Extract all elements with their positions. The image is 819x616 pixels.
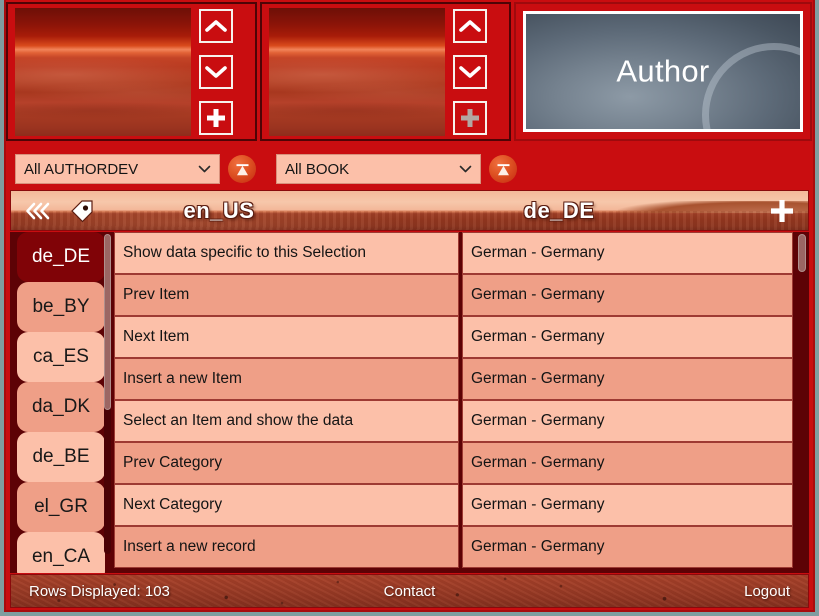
panel-2-down-button[interactable] bbox=[453, 54, 487, 89]
book-filter-value: All BOOK bbox=[285, 160, 350, 178]
thumbnail-panel-1-buttons bbox=[199, 8, 233, 136]
locale-item-label: de_DE bbox=[31, 246, 91, 267]
table-cell-key[interactable]: Insert a new Item bbox=[114, 358, 459, 400]
panel-2-add-button-disabled[interactable] bbox=[453, 100, 487, 135]
table-cell-key[interactable]: Show data specific to this Selection bbox=[114, 232, 459, 274]
tag-icon[interactable] bbox=[69, 199, 95, 223]
thumbnail-panel-2 bbox=[260, 2, 511, 141]
locale-item-label: de_BE bbox=[32, 446, 90, 467]
mars-horizon-image-2 bbox=[269, 7, 445, 136]
table-cell-value[interactable]: German - Germany bbox=[462, 274, 793, 316]
authordev-filter-select[interactable]: All AUTHORDEV bbox=[15, 154, 220, 184]
table-cell-key[interactable]: Next Item bbox=[114, 316, 459, 358]
source-locale-title: en_US bbox=[183, 197, 255, 223]
locale-item-da_DK[interactable]: da_DK bbox=[17, 382, 105, 432]
table-row[interactable]: Prev Item German - Germany bbox=[114, 274, 793, 316]
locale-item-label: el_GR bbox=[34, 496, 88, 517]
status-bar: Rows Displayed: 103 Contact Logout bbox=[10, 574, 809, 608]
chevron-down-icon bbox=[459, 161, 472, 178]
table-cell-key[interactable]: Select an Item and show the data bbox=[114, 400, 459, 442]
contact-link[interactable]: Contact bbox=[384, 583, 436, 600]
table-row[interactable]: Insert a new Item German - Germany bbox=[114, 358, 793, 400]
panel-1-down-button[interactable] bbox=[199, 54, 233, 89]
locale-item-be_BY[interactable]: be_BY bbox=[17, 282, 105, 332]
book-filter-apply-icon[interactable] bbox=[489, 155, 517, 183]
locale-item-label: be_BY bbox=[32, 296, 90, 317]
table-cell-value[interactable]: German - Germany bbox=[462, 316, 793, 358]
add-locale-icon[interactable] bbox=[768, 197, 796, 225]
translation-table: Show data specific to this Selection Germ… bbox=[114, 232, 809, 573]
locale-item-ca_ES[interactable]: ca_ES bbox=[17, 332, 105, 382]
locale-item-label: en_CA bbox=[31, 546, 91, 567]
thumbnail-panel-1 bbox=[6, 2, 257, 141]
author-banner-image: Author bbox=[523, 11, 803, 132]
table-cell-value[interactable]: German - Germany bbox=[462, 484, 793, 526]
table-cell-key[interactable]: Next Category bbox=[114, 484, 459, 526]
authordev-filter-value: All AUTHORDEV bbox=[24, 160, 139, 178]
filter-row: All AUTHORDEV All BOOK bbox=[6, 150, 813, 188]
double-chevron-left-icon[interactable] bbox=[23, 200, 53, 222]
locale-sidebar: de_DE be_BY ca_ES da_DK de_BE el_GR en_CA bbox=[10, 232, 114, 573]
locale-item-label: ca_ES bbox=[33, 346, 89, 367]
locale-list: de_DE be_BY ca_ES da_DK de_BE el_GR en_CA bbox=[17, 232, 114, 573]
thumbnail-panel-2-buttons bbox=[453, 8, 487, 136]
translation-table-scrollbar[interactable] bbox=[798, 234, 806, 570]
table-row[interactable]: Show data specific to this Selection Germ… bbox=[114, 232, 793, 274]
mars-horizon-image-1 bbox=[15, 7, 191, 136]
table-cell-key[interactable]: Insert a new record bbox=[114, 526, 459, 568]
locale-sidebar-scrollbar[interactable] bbox=[104, 234, 111, 554]
table-cell-key[interactable]: Prev Category bbox=[114, 442, 459, 484]
locale-item-label: da_DK bbox=[31, 396, 91, 417]
locale-sidebar-scrollbar-thumb[interactable] bbox=[104, 234, 111, 410]
locale-item-de_DE[interactable]: de_DE bbox=[17, 232, 105, 282]
table-row[interactable]: Next Category German - Germany bbox=[114, 484, 793, 526]
rows-displayed-label: Rows Displayed: 103 bbox=[29, 582, 170, 600]
table-cell-value[interactable]: German - Germany bbox=[462, 358, 793, 400]
translation-rows: Show data specific to this Selection Germ… bbox=[114, 232, 793, 568]
table-row[interactable]: Next Item German - Germany bbox=[114, 316, 793, 358]
table-cell-value[interactable]: German - Germany bbox=[462, 232, 793, 274]
locale-item-el_GR[interactable]: el_GR bbox=[17, 482, 105, 532]
panel-1-up-button[interactable] bbox=[199, 8, 233, 43]
table-row[interactable]: Prev Category German - Germany bbox=[114, 442, 793, 484]
top-panel-row: Author bbox=[6, 2, 813, 145]
table-cell-value[interactable]: German - Germany bbox=[462, 400, 793, 442]
table-row[interactable]: Select an Item and show the data German -… bbox=[114, 400, 793, 442]
panel-1-add-button[interactable] bbox=[199, 100, 233, 135]
translation-table-scrollbar-thumb[interactable] bbox=[798, 234, 806, 272]
locale-item-de_BE[interactable]: de_BE bbox=[17, 432, 105, 482]
author-banner-panel: Author bbox=[514, 2, 812, 141]
target-locale-title: de_DE bbox=[523, 197, 595, 223]
locale-item-en_CA[interactable]: en_CA bbox=[17, 532, 105, 573]
table-cell-key[interactable]: Prev Item bbox=[114, 274, 459, 316]
authordev-filter-apply-icon[interactable] bbox=[228, 155, 256, 183]
book-filter-select[interactable]: All BOOK bbox=[276, 154, 481, 184]
table-row[interactable]: Insert a new record German - Germany bbox=[114, 526, 793, 568]
locale-header-bar: en_US de_DE bbox=[10, 190, 809, 231]
main-content-area: de_DE be_BY ca_ES da_DK de_BE el_GR en_CA Show… bbox=[10, 232, 809, 573]
author-banner-label: Author bbox=[616, 52, 710, 88]
app-frame: Author All AUTHORDEV All BOOK en_US de_D… bbox=[4, 0, 815, 612]
table-cell-value[interactable]: German - Germany bbox=[462, 442, 793, 484]
table-cell-value[interactable]: German - Germany bbox=[462, 526, 793, 568]
logout-link[interactable]: Logout bbox=[744, 583, 790, 600]
chevron-down-icon bbox=[198, 161, 211, 178]
panel-2-up-button[interactable] bbox=[453, 8, 487, 43]
application-window: Author All AUTHORDEV All BOOK en_US de_D… bbox=[0, 0, 819, 616]
